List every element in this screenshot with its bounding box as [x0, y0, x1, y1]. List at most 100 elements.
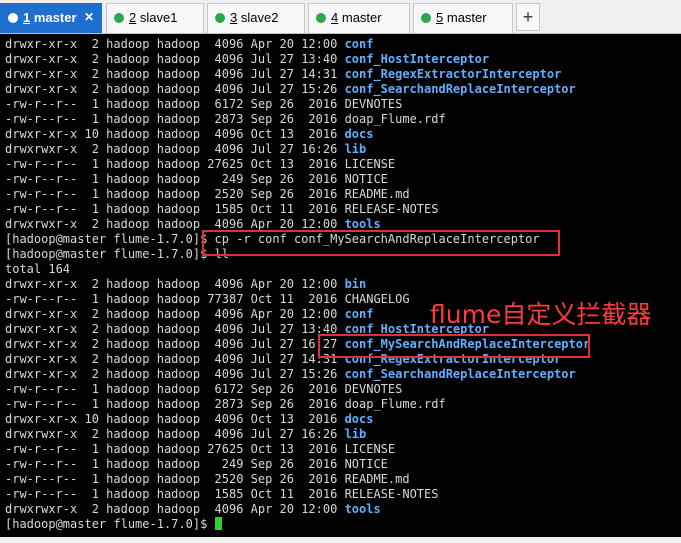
tab-3-slave2[interactable]: 3 slave2 — [207, 3, 305, 33]
line-prefix: drwxr-xr-x 2 hadoop hadoop 4096 Jul 27 1… — [5, 82, 345, 96]
line-prefix: drwxr-xr-x 2 hadoop hadoop 4096 Jul 27 1… — [5, 337, 345, 351]
line-prefix: -rw-r--r-- 1 hadoop hadoop 249 Sep 26 20… — [5, 172, 345, 186]
terminal-output[interactable]: drwxr-xr-x 2 hadoop hadoop 4096 Apr 20 1… — [5, 37, 681, 532]
line-prefix: drwxrwxr-x 2 hadoop hadoop 4096 Jul 27 1… — [5, 427, 345, 441]
line-text: doap_Flume.rdf — [344, 112, 446, 126]
directory-name: conf_SearchandReplaceInterceptor — [344, 367, 576, 381]
line-prefix: -rw-r--r-- 1 hadoop hadoop 6172 Sep 26 2… — [5, 382, 345, 396]
directory-name: conf — [344, 37, 374, 51]
line-prefix: drwxrwxr-x 2 hadoop hadoop 4096 Apr 20 1… — [5, 502, 345, 516]
terminal-line: -rw-r--r-- 1 hadoop hadoop 249 Sep 26 20… — [5, 172, 681, 187]
terminal-line: drwxrwxr-x 2 hadoop hadoop 4096 Jul 27 1… — [5, 142, 681, 157]
session-status-icon — [8, 13, 18, 23]
terminal-line: drwxr-xr-x 2 hadoop hadoop 4096 Jul 27 1… — [5, 67, 681, 82]
terminal-line: -rw-r--r-- 1 hadoop hadoop 6172 Sep 26 2… — [5, 97, 681, 112]
terminal-line: drwxr-xr-x 2 hadoop hadoop 4096 Jul 27 1… — [5, 367, 681, 382]
tab-label: slave1 — [139, 10, 178, 25]
line-text: NOTICE — [344, 172, 388, 186]
line-prefix: -rw-r--r-- 1 hadoop hadoop 2873 Sep 26 2… — [5, 112, 345, 126]
terminal-line: -rw-r--r-- 1 hadoop hadoop 2520 Sep 26 2… — [5, 472, 681, 487]
terminal-line: -rw-r--r-- 1 hadoop hadoop 249 Sep 26 20… — [5, 457, 681, 472]
directory-name: lib — [344, 427, 367, 441]
terminal-line: drwxr-xr-x 2 hadoop hadoop 4096 Jul 27 1… — [5, 82, 681, 97]
directory-name: docs — [344, 412, 374, 426]
terminal-line: -rw-r--r-- 1 hadoop hadoop 2520 Sep 26 2… — [5, 187, 681, 202]
close-icon[interactable]: ✕ — [84, 10, 94, 24]
annotation-text: flume自定义拦截器 — [430, 300, 652, 329]
line-prefix: -rw-r--r-- 1 hadoop hadoop 2520 Sep 26 2… — [5, 472, 345, 486]
line-prefix: drwxr-xr-x 2 hadoop hadoop 4096 Jul 27 1… — [5, 67, 345, 81]
terminal-line: -rw-r--r-- 1 hadoop hadoop 1585 Oct 11 2… — [5, 487, 681, 502]
terminal-line: [hadoop@master flume-1.7.0]$ — [5, 517, 681, 532]
session-status-icon — [215, 13, 225, 23]
line-text: README.md — [344, 187, 410, 201]
tab-number: 4 — [331, 10, 339, 25]
line-prefix: -rw-r--r-- 1 hadoop hadoop 1585 Oct 11 2… — [5, 487, 345, 501]
line-prefix: [hadoop@master flume-1.7.0]$ — [5, 247, 215, 261]
cursor — [214, 517, 222, 530]
line-text: DEVNOTES — [344, 382, 403, 396]
line-prefix: -rw-r--r-- 1 hadoop hadoop 27625 Oct 13 … — [5, 442, 345, 456]
line-prefix: drwxrwxr-x 2 hadoop hadoop 4096 Apr 20 1… — [5, 217, 345, 231]
session-status-icon — [316, 13, 326, 23]
terminal-line: -rw-r--r-- 1 hadoop hadoop 6172 Sep 26 2… — [5, 382, 681, 397]
tab-number: 5 — [436, 10, 444, 25]
line-text: DEVNOTES — [344, 97, 403, 111]
terminal-line: -rw-r--r-- 1 hadoop hadoop 2873 Sep 26 2… — [5, 112, 681, 127]
directory-name: conf_SearchandReplaceInterceptor — [344, 82, 576, 96]
line-prefix: drwxr-xr-x 2 hadoop hadoop 4096 Apr 20 1… — [5, 37, 345, 51]
line-text: LICENSE — [344, 157, 396, 171]
line-prefix: -rw-r--r-- 1 hadoop hadoop 6172 Sep 26 2… — [5, 97, 345, 111]
line-prefix: drwxr-xr-x 2 hadoop hadoop 4096 Jul 27 1… — [5, 352, 345, 366]
line-prefix: drwxr-xr-x 2 hadoop hadoop 4096 Jul 27 1… — [5, 52, 345, 66]
line-prefix: -rw-r--r-- 1 hadoop hadoop 2873 Sep 26 2… — [5, 397, 345, 411]
directory-name: bin — [344, 277, 367, 291]
bottom-border — [0, 537, 681, 543]
line-text: doap_Flume.rdf — [344, 397, 446, 411]
terminal-line: drwxr-xr-x 10 hadoop hadoop 4096 Oct 13 … — [5, 412, 681, 427]
tab-label: slave2 — [240, 10, 279, 25]
terminal-line: drwxrwxr-x 2 hadoop hadoop 4096 Apr 20 1… — [5, 502, 681, 517]
line-prefix: [hadoop@master flume-1.7.0]$ — [5, 232, 215, 246]
terminal-line: -rw-r--r-- 1 hadoop hadoop 27625 Oct 13 … — [5, 442, 681, 457]
line-prefix: drwxr-xr-x 10 hadoop hadoop 4096 Oct 13 … — [5, 412, 345, 426]
tab-bar: 1 master ✕ 2 slave1 3 slave2 4 master 5 … — [0, 0, 681, 34]
terminal-line: drwxr-xr-x 10 hadoop hadoop 4096 Oct 13 … — [5, 127, 681, 142]
tab-5-master[interactable]: 5 master — [413, 3, 513, 33]
tab-number: 3 — [230, 10, 238, 25]
tab-1-master[interactable]: 1 master ✕ — [0, 3, 102, 33]
directory-name: tools — [344, 217, 381, 231]
terminal-line: drwxr-xr-x 2 hadoop hadoop 4096 Apr 20 1… — [5, 37, 681, 52]
directory-name: docs — [344, 127, 374, 141]
terminal-line: drwxrwxr-x 2 hadoop hadoop 4096 Jul 27 1… — [5, 427, 681, 442]
line-prefix: drwxrwxr-x 2 hadoop hadoop 4096 Jul 27 1… — [5, 142, 345, 156]
line-prefix: [hadoop@master flume-1.7.0]$ — [5, 517, 215, 531]
line-prefix: -rw-r--r-- 1 hadoop hadoop 249 Sep 26 20… — [5, 457, 345, 471]
line-prefix: drwxr-xr-x 2 hadoop hadoop 4096 Jul 27 1… — [5, 367, 345, 381]
line-text: CHANGELOG — [344, 292, 410, 306]
tab-number: 2 — [129, 10, 137, 25]
tab-4-master[interactable]: 4 master — [308, 3, 410, 33]
terminal-line: -rw-r--r-- 1 hadoop hadoop 27625 Oct 13 … — [5, 157, 681, 172]
line-prefix: drwxr-xr-x 2 hadoop hadoop 4096 Apr 20 1… — [5, 277, 345, 291]
tab-2-slave1[interactable]: 2 slave1 — [106, 3, 204, 33]
session-status-icon — [114, 13, 124, 23]
line-prefix: -rw-r--r-- 1 hadoop hadoop 2520 Sep 26 2… — [5, 187, 345, 201]
directory-name: tools — [344, 502, 381, 516]
new-dir-highlight-box — [318, 334, 590, 358]
terminal-line: drwxr-xr-x 2 hadoop hadoop 4096 Jul 27 1… — [5, 52, 681, 67]
session-status-icon — [421, 13, 431, 23]
add-tab-button[interactable]: + — [516, 3, 540, 31]
directory-name: conf — [344, 307, 374, 321]
terminal-line: drwxr-xr-x 2 hadoop hadoop 4096 Apr 20 1… — [5, 277, 681, 292]
command-highlight-box — [202, 230, 560, 256]
terminal-line: total 164 — [5, 262, 681, 277]
tab-label: master — [33, 10, 77, 25]
line-prefix: -rw-r--r-- 1 hadoop hadoop 1585 Oct 11 2… — [5, 202, 345, 216]
directory-name: lib — [344, 142, 367, 156]
line-text: RELEASE-NOTES — [344, 487, 439, 501]
directory-name: conf_RegexExtractorInterceptor — [344, 67, 562, 81]
line-text: LICENSE — [344, 442, 396, 456]
line-text: NOTICE — [344, 457, 388, 471]
line-prefix: -rw-r--r-- 1 hadoop hadoop 77387 Oct 11 … — [5, 292, 345, 306]
